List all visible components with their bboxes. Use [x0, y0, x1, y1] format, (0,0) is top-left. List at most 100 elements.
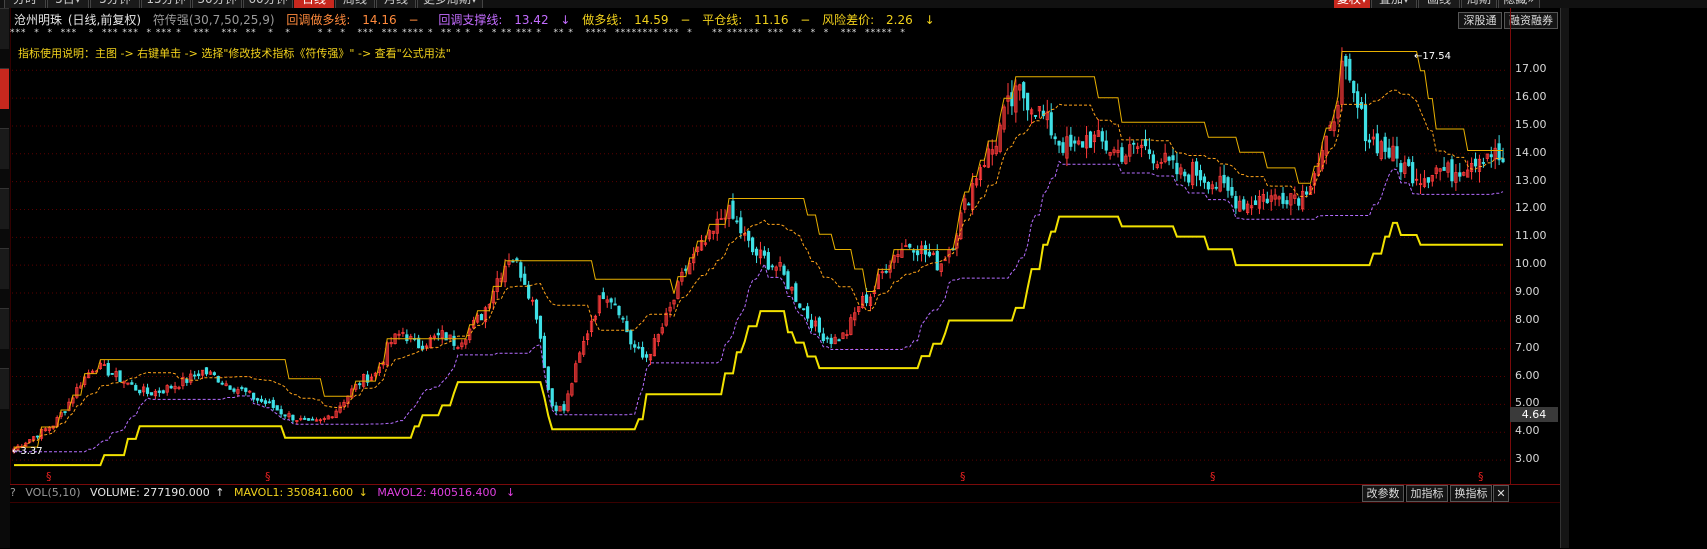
candle-body: [149, 392, 154, 396]
candle-body: [405, 334, 409, 342]
high-price-label: ←17.54: [1414, 51, 1451, 62]
candle-body: [1088, 131, 1093, 148]
signal-mark: §: [960, 470, 966, 483]
candle-body: [1458, 172, 1462, 177]
candle-body: [1375, 133, 1379, 154]
candle-body: [916, 250, 920, 256]
close-icon[interactable]: ✕: [1493, 485, 1509, 502]
candle-body: [1450, 159, 1454, 182]
volume-up-arrow-icon: ↑: [215, 486, 225, 499]
current-price-marker: 4.64: [1510, 407, 1558, 423]
candle-body: [310, 418, 315, 421]
candle-body: [436, 332, 440, 336]
axis-tick-label: 13.00: [1515, 173, 1547, 187]
candle-body: [1383, 136, 1387, 152]
candle-body: [1407, 159, 1411, 166]
candle-body: [1147, 149, 1152, 154]
candle-body: [1171, 155, 1175, 161]
candle-body: [1497, 143, 1501, 161]
candle-body: [255, 398, 260, 401]
axis-tick-label: 4.00: [1515, 424, 1540, 438]
candle-body: [550, 388, 554, 407]
right-scroll-strip[interactable]: [1560, 8, 1569, 548]
candle-body: [220, 382, 224, 385]
candle-body: [546, 366, 550, 390]
change-params-button[interactable]: 改参数: [1362, 485, 1404, 502]
candle-body: [754, 248, 759, 256]
volume-panel: [10, 502, 1560, 549]
candle-body: [1481, 162, 1485, 164]
help-icon[interactable]: ?: [10, 486, 16, 499]
candle-body: [735, 220, 739, 223]
candle-body: [837, 339, 841, 342]
candle-body: [613, 303, 617, 306]
signal-mark: §: [46, 470, 52, 483]
candle-body: [821, 333, 825, 342]
candle-body: [240, 387, 244, 390]
signal-mark: §: [1210, 470, 1216, 483]
axis-tick-label: 10.00: [1515, 257, 1547, 271]
candle-body: [1363, 105, 1368, 142]
candle-body: [291, 414, 295, 421]
candle-body: [1198, 170, 1203, 181]
candle-body: [1222, 174, 1226, 184]
switch-indicator-button[interactable]: 换指标: [1450, 485, 1492, 502]
candle-body: [640, 347, 645, 358]
vol-indicator-name[interactable]: VOL(5,10): [25, 486, 80, 499]
candle-body: [303, 417, 307, 420]
candle-body: [629, 330, 633, 345]
candle-body: [644, 354, 649, 358]
candle-body: [825, 337, 829, 340]
candle-body: [1226, 177, 1230, 191]
candle-body: [884, 270, 888, 273]
candle-body: [1069, 134, 1073, 147]
candle-body: [63, 411, 67, 413]
mavol1-down-arrow-icon: ↓: [358, 486, 368, 499]
pingcang-line: [14, 215, 1503, 467]
candle-body: [751, 237, 755, 253]
candle-body: [554, 405, 558, 412]
candle-body: [1442, 166, 1446, 171]
axis-tick-label: 17.00: [1515, 62, 1547, 76]
candle-body: [809, 319, 814, 329]
axis-tick-label: 8.00: [1515, 312, 1540, 326]
candle-body: [138, 389, 142, 394]
candle-body: [637, 346, 641, 349]
axis-tick-label: 7.00: [1515, 340, 1540, 354]
candle-body: [766, 252, 770, 270]
candle-body: [1194, 161, 1199, 176]
candle-body: [228, 385, 232, 390]
candle-body: [197, 373, 201, 377]
candle-body: [161, 390, 165, 394]
candle-body: [271, 399, 275, 408]
candle-body: [267, 401, 271, 404]
candle-body: [927, 251, 932, 257]
candle-body: [762, 250, 766, 256]
candle-body: [1387, 147, 1391, 158]
candle-body: [452, 335, 456, 346]
axis-tick-label: 15.00: [1515, 117, 1547, 131]
candle-body: [1202, 176, 1207, 183]
candle-body: [967, 203, 971, 206]
candle-body: [1214, 186, 1218, 189]
candle-body: [279, 409, 283, 415]
candle-body: [1473, 158, 1478, 167]
candle-body: [1100, 131, 1104, 142]
candle-body: [864, 294, 869, 304]
huitiao-line: [13, 89, 1504, 450]
candle-body: [617, 305, 621, 316]
mavol2-down-arrow-icon: ↓: [505, 486, 516, 499]
price-chart[interactable]: ←17.54 ←3.37: [0, 0, 1560, 548]
add-indicator-button[interactable]: 加指标: [1406, 485, 1448, 502]
candle-body: [212, 372, 216, 376]
candle-body: [1253, 200, 1258, 206]
candle-body: [1281, 192, 1285, 204]
candle-body: [1395, 146, 1399, 159]
candle-body: [935, 251, 939, 271]
candle-body: [1120, 147, 1124, 162]
axis-tick-label: 3.00: [1515, 452, 1540, 466]
candle-body: [621, 317, 625, 320]
candle-body: [829, 337, 833, 344]
candle-body: [1167, 156, 1171, 161]
axis-tick-label: 6.00: [1515, 368, 1540, 382]
